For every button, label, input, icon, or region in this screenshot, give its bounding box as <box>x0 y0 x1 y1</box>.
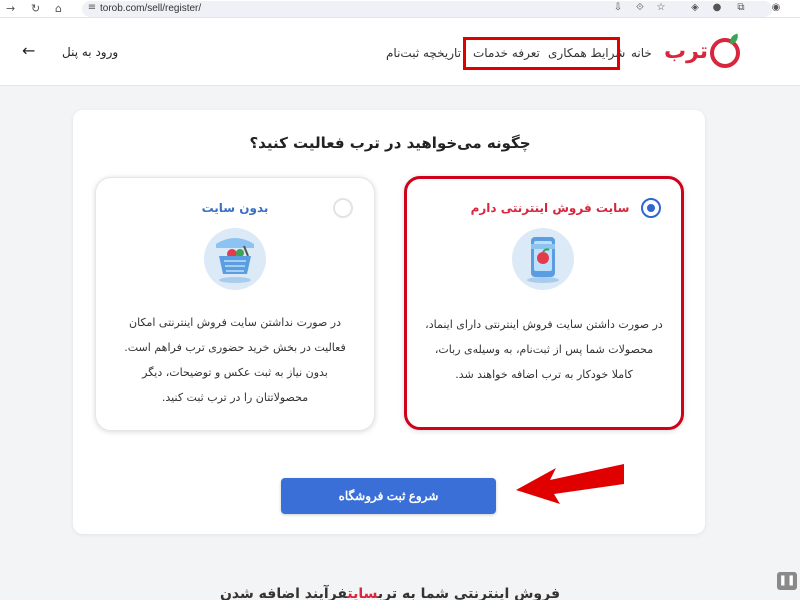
annotation-highlight-box <box>463 37 620 70</box>
description-line: در صورت داشتن سایت فروش اینترنتی دارای ا… <box>425 318 663 331</box>
bookmark-star-icon[interactable]: ☆ <box>655 2 667 14</box>
option-no-website-title: بدون سایت <box>201 201 269 215</box>
reload-icon[interactable]: ↻ <box>31 1 40 17</box>
url-text[interactable]: torob.com/sell/register/ <box>100 2 201 16</box>
pause-icon[interactable]: ❚❚ <box>777 572 797 590</box>
extensions-puzzle-icon[interactable]: ⧉ <box>735 2 747 14</box>
description-line: بدون نیاز به ثبت عکس و توضیحات، دیگر <box>142 366 328 379</box>
description-line: محصولاتتان را در ترب ثبت کنید. <box>161 391 309 404</box>
nav-registration-history[interactable]: تاریخچه ثبت‌نام <box>386 45 461 61</box>
start-store-registration-button[interactable]: شروع ثبت فروشگاه <box>281 478 496 514</box>
arrow-left-icon[interactable]: ← <box>22 42 35 60</box>
phone-shop-illustration-icon <box>512 228 574 290</box>
option-no-website-description: در صورت نداشتن سایت فروش اینترنتی امکان … <box>115 310 355 410</box>
browser-toolbar: → ↻ ⌂ ≡ torob.com/sell/register/ ⇩ ⟐ ☆ ◈… <box>0 0 800 18</box>
install-icon[interactable]: ⇩ <box>612 2 624 14</box>
profile-icon[interactable]: ◉ <box>770 2 782 14</box>
annotation-arrow-icon <box>516 464 624 504</box>
forward-icon[interactable]: → <box>6 1 15 17</box>
shopping-basket-illustration-icon <box>204 228 266 290</box>
logo-text[interactable]: ترب <box>664 39 708 65</box>
panel-login-link[interactable]: ورود به پنل <box>62 44 118 60</box>
process-heading-highlight: سایت <box>347 586 378 600</box>
option-has-website-title: سایت فروش اینترنتی دارم <box>470 201 630 215</box>
nav-home[interactable]: خانه <box>631 45 652 61</box>
option-has-website-radio[interactable] <box>641 198 661 218</box>
shield-icon[interactable]: ◈ <box>689 2 701 14</box>
home-icon[interactable]: ⌂ <box>55 1 62 17</box>
option-no-website-radio[interactable] <box>333 198 353 218</box>
description-line: کاملا خودکار به ترب اضافه خواهند شد. <box>455 368 633 381</box>
option-has-website-description: در صورت داشتن سایت فروش اینترنتی دارای ا… <box>424 312 664 387</box>
process-heading-part: فرآیند اضافه شدن <box>219 586 348 600</box>
process-heading-part: فروش اینترنتی شما به ترب <box>377 586 561 600</box>
page-question: چگونه می‌خواهید در ترب فعالیت کنید؟ <box>249 134 531 152</box>
extension-color-icon[interactable]: ● <box>711 2 723 14</box>
process-heading: فروش اینترنتی شما به تربسایتفرآیند اضافه… <box>0 584 780 600</box>
translate-icon[interactable]: ⟐ <box>634 2 646 14</box>
description-line: در صورت نداشتن سایت فروش اینترنتی امکان <box>128 316 341 329</box>
logo-leaf-icon <box>727 33 741 45</box>
site-header: ترب خانه شرایط همکاری تعرفه خدمات تاریخچ… <box>0 18 800 86</box>
site-settings-icon[interactable]: ≡ <box>86 2 98 14</box>
torob-logo-icon[interactable] <box>710 38 740 68</box>
description-line: فعالیت در بخش خرید حضوری ترب فراهم است. <box>124 341 346 354</box>
description-line: محصولات شما پس از ثبت‌نام، به وسیله‌ی رب… <box>434 343 654 356</box>
